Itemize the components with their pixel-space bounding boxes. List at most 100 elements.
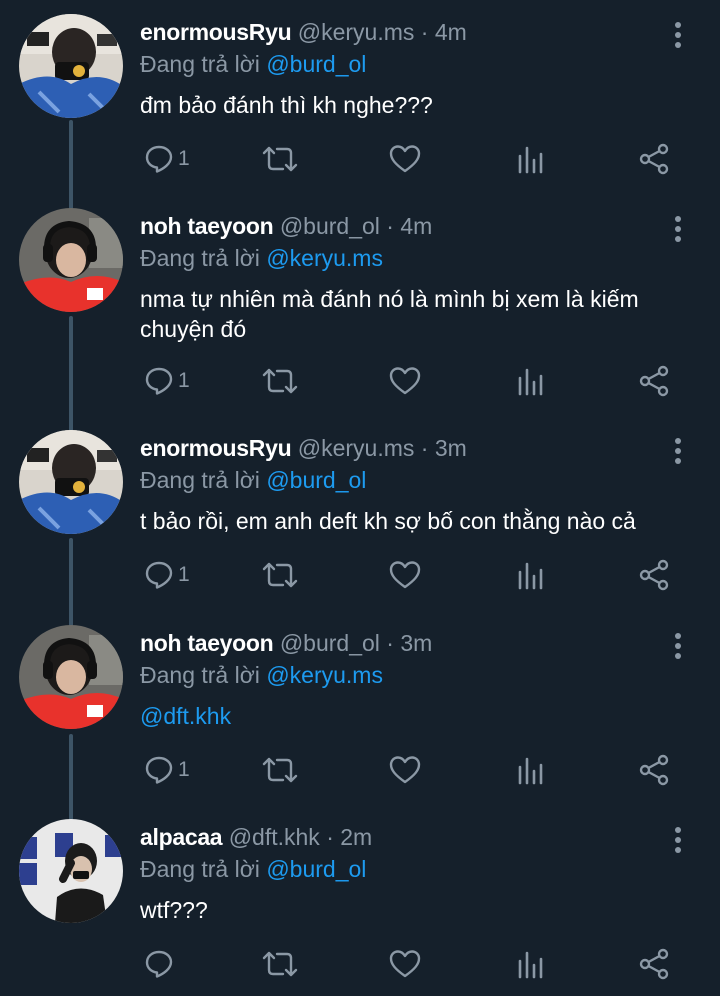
like-button[interactable] [389,364,421,398]
views-button[interactable] [517,364,545,398]
tweet-text: t bảo rồi, em anh deft kh sợ bố con thằn… [140,508,636,534]
reply-button[interactable]: 1 [144,753,190,787]
tweet[interactable]: enormousRyu @keryu.ms · 4m Đang trả lời … [0,14,720,204]
replying-mention[interactable]: @burd_ol [266,51,366,77]
display-name[interactable]: noh taeyoon [140,630,274,656]
views-icon [518,951,543,979]
tweet-text: đm bảo đánh thì kh nghe??? [140,92,433,118]
tweet[interactable]: noh taeyoon @burd_ol · 4m Đang trả lời @… [0,208,720,428]
reply-count: 1 [178,758,190,781]
tweet-header: enormousRyu @keryu.ms · 3m [140,434,467,462]
views-icon [518,368,543,396]
avatar[interactable] [19,819,123,923]
reply-button[interactable]: 1 [144,558,190,592]
like-icon [389,756,421,784]
like-button[interactable] [389,558,421,592]
views-button[interactable] [517,142,545,176]
separator: · [420,435,429,461]
views-icon [518,757,543,785]
user-handle[interactable]: @keryu.ms [298,435,415,461]
reply-icon [145,367,173,395]
replying-to: Đang trả lời @burd_ol [140,466,366,494]
replying-label: Đang trả lời [140,51,260,77]
more-options-icon[interactable] [668,20,688,50]
user-handle[interactable]: @burd_ol [280,630,380,656]
replying-mention[interactable]: @burd_ol [266,856,366,882]
timestamp[interactable]: 2m [340,824,372,850]
more-options-icon[interactable] [668,631,688,661]
retweet-icon [262,562,298,588]
replying-to: Đang trả lời @burd_ol [140,50,366,78]
more-options-icon[interactable] [668,825,688,855]
replying-mention[interactable]: @burd_ol [266,467,366,493]
replying-to: Đang trả lời @burd_ol [140,855,366,883]
retweet-icon [262,146,298,172]
display-name[interactable]: alpacaa [140,824,223,850]
avatar[interactable] [19,430,123,534]
reply-button[interactable]: 1 [144,142,190,176]
tweet[interactable]: noh taeyoon @burd_ol · 3m Đang trả lời @… [0,625,720,815]
retweet-button[interactable] [261,364,299,398]
retweet-button[interactable] [261,558,299,592]
avatar[interactable] [19,625,123,729]
replying-mention[interactable]: @keryu.ms [266,662,383,688]
views-button[interactable] [517,947,545,981]
retweet-icon [262,757,298,783]
retweet-button[interactable] [261,142,299,176]
avatar[interactable] [19,14,123,118]
reply-count: 1 [178,563,190,586]
tweet[interactable]: enormousRyu @keryu.ms · 3m Đang trả lời … [0,430,720,620]
tweet[interactable]: alpacaa @dft.khk · 2m Đang trả lời @burd… [0,819,720,996]
tweet-header: noh taeyoon @burd_ol · 4m [140,212,432,240]
views-icon [518,562,543,590]
retweet-button[interactable] [261,947,299,981]
reply-icon [145,145,173,173]
action-bar [140,947,680,981]
like-button[interactable] [389,753,421,787]
like-icon [389,145,421,173]
user-handle[interactable]: @burd_ol [280,213,380,239]
tweet-text: wtf??? [140,897,208,923]
action-bar: 1 [140,753,680,787]
share-button[interactable] [638,753,670,787]
share-button[interactable] [638,558,670,592]
replying-to: Đang trả lời @keryu.ms [140,661,383,689]
views-button[interactable] [517,753,545,787]
like-button[interactable] [389,142,421,176]
reply-button[interactable]: 1 [144,364,190,398]
share-button[interactable] [638,142,670,176]
reply-icon [145,561,173,589]
display-name[interactable]: enormousRyu [140,435,292,461]
reply-icon [145,756,173,784]
display-name[interactable]: noh taeyoon [140,213,274,239]
retweet-button[interactable] [261,753,299,787]
timestamp[interactable]: 4m [400,213,432,239]
action-bar: 1 [140,558,680,592]
reply-icon [145,950,173,978]
display-name[interactable]: enormousRyu [140,19,292,45]
reply-button[interactable] [144,947,178,981]
retweet-icon [262,368,298,394]
like-icon [389,367,421,395]
separator: · [386,213,394,239]
replying-label: Đang trả lời [140,662,260,688]
more-options-icon[interactable] [668,436,688,466]
replying-mention[interactable]: @keryu.ms [266,245,383,271]
tweet-text-mention[interactable]: @dft.khk [140,701,680,731]
timestamp[interactable]: 4m [435,19,467,45]
share-icon [639,948,669,980]
share-button[interactable] [638,947,670,981]
tweet-header: noh taeyoon @burd_ol · 3m [140,629,432,657]
timestamp[interactable]: 3m [400,630,432,656]
action-bar: 1 [140,142,680,176]
user-handle[interactable]: @dft.khk [229,824,320,850]
user-handle[interactable]: @keryu.ms [298,19,415,45]
views-button[interactable] [517,558,545,592]
like-button[interactable] [389,947,421,981]
more-options-icon[interactable] [668,214,688,244]
avatar[interactable] [19,208,123,312]
share-button[interactable] [638,364,670,398]
action-bar: 1 [140,364,680,398]
tweet-header: alpacaa @dft.khk · 2m [140,823,372,851]
timestamp[interactable]: 3m [435,435,467,461]
